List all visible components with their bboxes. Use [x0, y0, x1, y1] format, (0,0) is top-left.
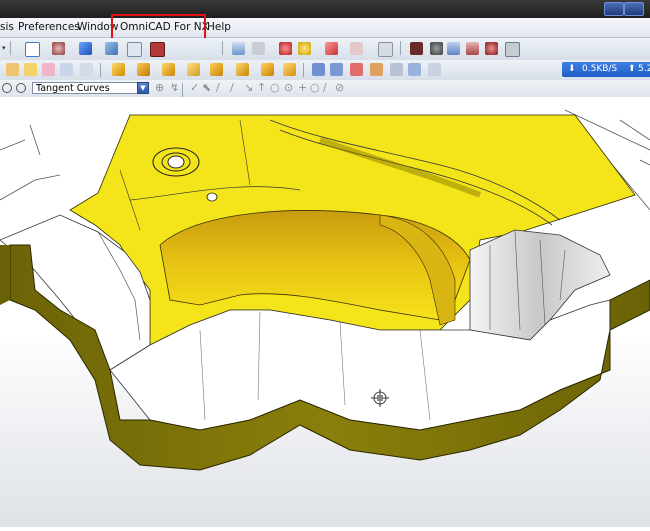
cube-tool-icon[interactable]	[283, 63, 296, 76]
copy-icon[interactable]	[447, 42, 460, 55]
toolbar-separator	[222, 41, 223, 55]
toolbar-separator	[303, 63, 304, 77]
upload-speed: 5.2	[638, 64, 650, 74]
chevron-down-icon[interactable]: ▼	[137, 82, 149, 94]
render-icon[interactable]	[52, 42, 65, 55]
title-bar	[0, 0, 650, 19]
color-box-icon[interactable]	[150, 42, 165, 57]
snap-icon[interactable]: /	[216, 82, 220, 94]
toolbar-features	[0, 60, 650, 81]
layer-icon[interactable]	[232, 42, 245, 55]
snap-icon[interactable]: ⊙	[284, 82, 293, 94]
view-orient-icon[interactable]	[105, 42, 118, 55]
menu-preferences[interactable]: Preferences	[18, 21, 80, 33]
cube-tool-icon[interactable]	[137, 63, 150, 76]
curve-rule-select[interactable]: Tangent Curves	[32, 82, 147, 94]
dropdown-arrow-icon[interactable]: ▾	[2, 44, 6, 52]
snap-icon[interactable]: ○	[270, 82, 280, 94]
toolbar-separator	[100, 63, 101, 77]
cube-tool-icon[interactable]	[261, 63, 274, 76]
curve-icon[interactable]	[325, 42, 338, 55]
snap-icon[interactable]: ↑	[257, 82, 266, 94]
surface-icon[interactable]	[330, 63, 343, 76]
extend-icon[interactable]	[428, 63, 441, 76]
extrude-icon[interactable]	[24, 63, 37, 76]
toolbar-separator	[10, 41, 11, 55]
analyze-icon[interactable]	[430, 42, 443, 55]
snap-icon[interactable]: ⊕	[155, 82, 164, 94]
snap-icon[interactable]: +	[298, 82, 307, 94]
hole-icon[interactable]	[80, 63, 93, 76]
snap-icon[interactable]: ⊘	[335, 82, 344, 94]
part-model	[0, 109, 650, 471]
tool-icon[interactable]	[485, 42, 498, 55]
sketch-icon[interactable]	[6, 63, 19, 76]
snap-icon[interactable]: ✓	[190, 82, 199, 94]
free-tool-icon[interactable]	[410, 42, 423, 55]
network-speed-indicator: ⬇ 0.5KB/S ⬆ 5.2	[562, 62, 650, 77]
graphics-window[interactable]	[0, 97, 650, 527]
filter-icon[interactable]	[16, 83, 26, 93]
menu-analysis[interactable]: sis	[0, 21, 14, 33]
dimension-icon[interactable]	[378, 42, 393, 57]
snap-icon[interactable]: ○	[310, 82, 320, 94]
patch-icon[interactable]	[408, 63, 421, 76]
menu-help[interactable]: Help	[207, 21, 231, 33]
maximize-button[interactable]	[624, 2, 644, 16]
wcs-icon[interactable]	[252, 42, 265, 55]
point-icon[interactable]	[298, 42, 311, 55]
block-icon[interactable]	[60, 63, 73, 76]
view-fit-icon[interactable]	[127, 42, 142, 57]
hole	[167, 155, 185, 169]
cube-tool-icon[interactable]	[236, 63, 249, 76]
cube-tool-icon[interactable]	[112, 63, 125, 76]
toolbar-separator	[182, 83, 183, 97]
cube-tool-icon[interactable]	[162, 63, 175, 76]
upload-arrow-icon: ⬆	[628, 64, 636, 74]
trim-icon[interactable]	[350, 63, 363, 76]
snap-icon[interactable]: /	[323, 82, 327, 94]
cube-shaded-icon[interactable]	[79, 42, 92, 55]
line-icon[interactable]	[350, 42, 363, 55]
sew-icon[interactable]	[390, 63, 403, 76]
snap-point-icon[interactable]	[279, 42, 292, 55]
offset-icon[interactable]	[370, 63, 383, 76]
toolbar-separator	[400, 41, 401, 55]
download-speed: 0.5KB/S	[582, 64, 618, 74]
revolve-icon[interactable]	[42, 63, 55, 76]
snap-icon[interactable]: /	[230, 82, 234, 94]
snap-icon[interactable]: ↘	[244, 82, 253, 94]
cube-tool-icon[interactable]	[210, 63, 223, 76]
measure-icon[interactable]	[466, 42, 479, 55]
surface-icon[interactable]	[312, 63, 325, 76]
layout-icon[interactable]	[25, 42, 40, 57]
toolbar-standard: ▾	[0, 38, 650, 61]
menu-bar: sis Preferences Window OmniCAD For NX He…	[0, 18, 650, 38]
cube-tool-icon[interactable]	[187, 63, 200, 76]
minimize-button[interactable]	[604, 2, 624, 16]
download-arrow-icon: ⬇	[568, 64, 576, 74]
snap-icon[interactable]: ↯	[170, 82, 179, 94]
snap-icon[interactable]: ⬉	[202, 82, 211, 94]
window-icon[interactable]	[505, 42, 520, 57]
selection-icon[interactable]	[2, 83, 12, 93]
